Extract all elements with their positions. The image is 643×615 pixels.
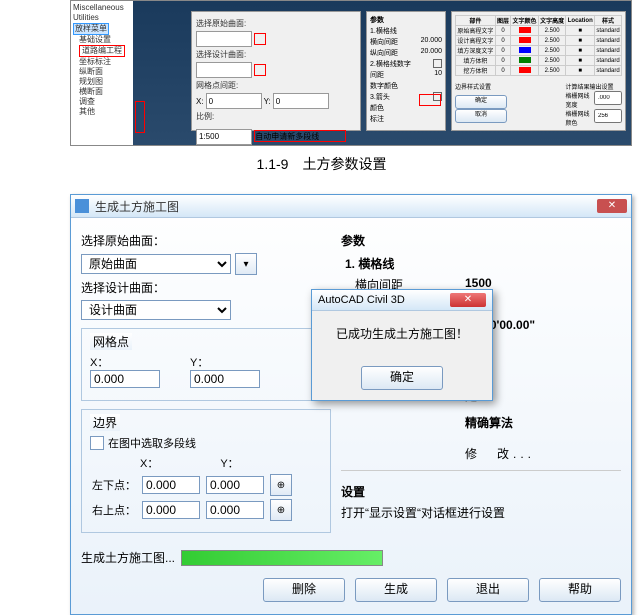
tree-highlight[interactable]: 放样菜单 [73, 23, 109, 35]
figure-caption: 1.1-9 土方参数设置 [0, 154, 643, 174]
main-dialog: 生成土方施工图 ✕ 选择原始曲面： 原始曲面 ▾ 选择设计曲面： 设计曲面 网格… [70, 194, 632, 615]
pick-icon[interactable]: ▾ [235, 253, 257, 275]
boundary-fieldset: 边界 在图中选取多段线 X： Y： 左下点： ⊕ 右上点： [81, 409, 331, 533]
grid-x-input[interactable] [90, 370, 160, 388]
checkbox-icon[interactable] [433, 59, 442, 68]
app-icon [75, 199, 89, 213]
success-modal: AutoCAD Civil 3D ✕ 已成功生成土方施工图！ 确定 [311, 289, 493, 401]
red-box-icon [419, 94, 441, 106]
src-surface-label: 选择原始曲面： [81, 232, 331, 249]
red-square-icon [254, 33, 266, 45]
pick-polyline-label: 在图中选取多段线 [108, 435, 196, 451]
panel-mid: 参数 1.横格线 横向间距20.000 纵向间距20.000 2.横格线数字 间… [366, 11, 446, 131]
help-button[interactable]: 帮助 [539, 578, 621, 602]
picker-icon[interactable]: ⊕ [270, 499, 292, 521]
modal-ok-button[interactable]: 确定 [361, 366, 443, 390]
toolspace-tree: Miscellaneous Utilities 放样菜单 基础设置 道路编工程 … [71, 1, 133, 145]
delete-button[interactable]: 删除 [263, 578, 345, 602]
generate-button[interactable]: 生成 [355, 578, 437, 602]
style-table: 部件图层文字颜色文字高度Location样式 原始高程文字02.500■stan… [455, 15, 622, 76]
lb-x-input[interactable] [142, 476, 200, 494]
panel-left: 选择原始曲面: 选择设计曲面: 网格点间距: X: Y: 比例: 自动申请新多段… [191, 11, 361, 131]
src-surface-select[interactable]: 原始曲面 [81, 254, 231, 274]
grid-y-input[interactable] [190, 370, 260, 388]
modal-close-icon[interactable]: ✕ [450, 293, 486, 307]
pick-polyline-checkbox[interactable] [90, 436, 104, 450]
params-header: 参数 [341, 232, 621, 249]
progress-bar [181, 550, 383, 566]
top-composite: Miscellaneous Utilities 放样菜单 基础设置 道路编工程 … [70, 0, 632, 146]
lb-y-input[interactable] [206, 476, 264, 494]
modify-link[interactable]: 修 改... [465, 445, 535, 462]
des-surface-label: 选择设计曲面： [81, 279, 331, 296]
modal-message: 已成功生成土方施工图！ [312, 311, 492, 356]
settings-text: 打开“显示设置“对话框进行设置 [341, 504, 621, 521]
close-icon[interactable]: ✕ [597, 199, 627, 213]
modal-title: AutoCAD Civil 3D [318, 294, 450, 306]
dialog-title: 生成土方施工图 [95, 198, 597, 215]
tree-root: Miscellaneous Utilities [73, 3, 131, 23]
settings-header: 设置 [341, 483, 621, 500]
des-surface-select[interactable]: 设计曲面 [81, 300, 231, 320]
exit-button[interactable]: 退出 [447, 578, 529, 602]
red-marker [135, 101, 145, 133]
rt-y-input[interactable] [206, 501, 264, 519]
picker-icon[interactable]: ⊕ [270, 474, 292, 496]
tree-item-red[interactable]: 道路编工程 [79, 45, 125, 57]
red-square-icon [254, 64, 266, 76]
rt-x-input[interactable] [142, 501, 200, 519]
panel-right: 部件图层文字颜色文字高度Location样式 原始高程文字02.500■stan… [451, 11, 626, 131]
red-outline[interactable]: 自动申请新多段线 [254, 130, 346, 142]
progress-label: 生成土方施工图... [81, 549, 175, 566]
titlebar[interactable]: 生成土方施工图 ✕ [71, 195, 631, 218]
gridpoint-fieldset: 网格点 X： Y： [81, 328, 331, 401]
modal-titlebar[interactable]: AutoCAD Civil 3D ✕ [312, 290, 492, 311]
